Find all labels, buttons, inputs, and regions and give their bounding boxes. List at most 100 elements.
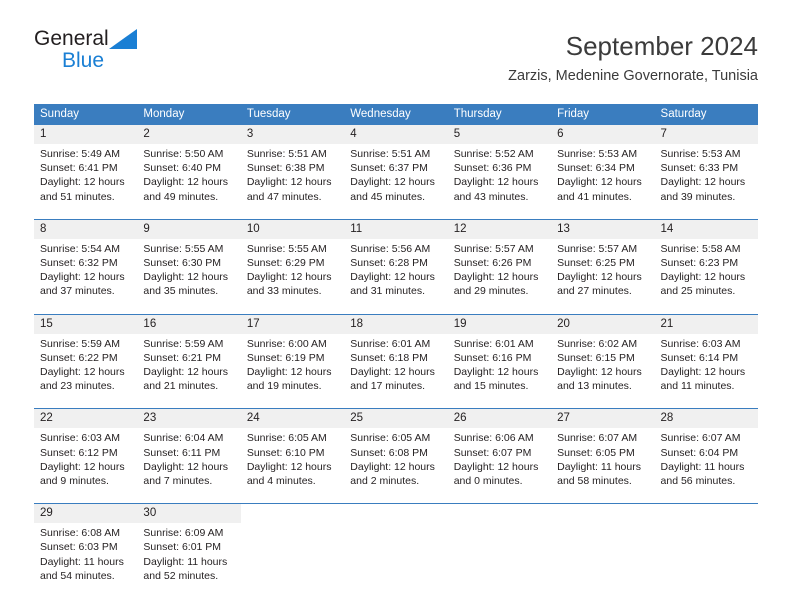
- daylight-text: Daylight: 12 hours: [453, 271, 539, 284]
- calendar-weeks: 1 Sunrise: 5:49 AM Sunset: 6:41 PM Daylight…: [34, 125, 758, 590]
- sunrise-text: Sunrise: 5:49 AM: [40, 148, 120, 160]
- day-number: [344, 504, 448, 524]
- calendar-day-cell[interactable]: 1 Sunrise: 5:49 AM Sunset: 6:41 PM Daylight…: [34, 125, 138, 210]
- calendar-week-row: 15 Sunrise: 5:59 AM Sunset: 6:22 PM Dayligh…: [34, 313, 758, 400]
- calendar-day-cell[interactable]: 30 Sunrise: 6:09 AM Sunset: 6:01 PM Dayligh…: [137, 504, 241, 590]
- daylight-text: Daylight: 12 hours: [143, 460, 229, 473]
- calendar-grid: Sunday Monday Tuesday Wednesday Thursday…: [34, 104, 758, 590]
- calendar-day-cell[interactable]: 7 Sunrise: 5:53 AM Sunset: 6:33 PM Daylight…: [654, 125, 758, 210]
- general-blue-logo[interactable]: General Blue: [34, 28, 244, 76]
- daylight-text: Daylight: 12 hours: [660, 176, 746, 189]
- daylight-text-cont: and 58 minutes.: [557, 475, 632, 488]
- daylight-text-cont: and 35 minutes.: [143, 285, 219, 298]
- sunset-text: Sunset: 6:03 PM: [40, 541, 118, 554]
- day-details: Sunrise: 6:01 AM Sunset: 6:16 PM Daylight:…: [448, 334, 551, 400]
- calendar-day-cell[interactable]: 20 Sunrise: 6:02 AM Sunset: 6:15 PM Dayligh…: [551, 314, 655, 400]
- day-number: 25: [344, 409, 448, 429]
- day-number: 14: [654, 219, 758, 239]
- calendar-day-cell[interactable]: 14 Sunrise: 5:58 AM Sunset: 6:23 PM Dayligh…: [654, 219, 758, 305]
- logo-text-blue: Blue: [62, 49, 105, 72]
- sunrise-text: Sunrise: 6:00 AM: [246, 337, 327, 350]
- calendar-day-cell[interactable]: 26 Sunrise: 6:06 AM Sunset: 6:07 PM Dayligh…: [447, 409, 552, 495]
- day-number: 30: [137, 504, 241, 524]
- calendar-day-cell[interactable]: 5 Sunrise: 5:52 AM Sunset: 6:36 PM Daylight…: [447, 125, 552, 210]
- day-details: Sunrise: 5:54 AM Sunset: 6:32 PM Daylight:…: [34, 239, 137, 305]
- day-details: Sunrise: 5:58 AM Sunset: 6:23 PM Daylight:…: [655, 239, 758, 305]
- day-number: 3: [240, 125, 345, 144]
- day-number: [240, 504, 345, 524]
- day-details: Sunrise: 5:49 AM Sunset: 6:41 PM Daylight:…: [34, 144, 137, 210]
- day-details: Sunrise: 6:03 AM Sunset: 6:14 PM Daylight:…: [655, 334, 758, 400]
- calendar-day-cell[interactable]: 9 Sunrise: 5:55 AM Sunset: 6:30 PM Daylight…: [137, 219, 241, 305]
- calendar-day-cell[interactable]: 24 Sunrise: 6:05 AM Sunset: 6:10 PM Dayligh…: [240, 409, 345, 495]
- calendar-day-cell[interactable]: 28 Sunrise: 6:07 AM Sunset: 6:04 PM Dayligh…: [654, 409, 758, 495]
- daylight-text-cont: and 25 minutes.: [660, 285, 736, 298]
- daylight-text-cont: and 52 minutes.: [143, 569, 219, 582]
- daylight-text: Daylight: 12 hours: [143, 176, 229, 189]
- daylight-text-cont: and 49 minutes.: [143, 190, 219, 203]
- day-details: Sunrise: 5:55 AM Sunset: 6:30 PM Daylight:…: [137, 239, 240, 305]
- calendar-day-cell[interactable]: 8 Sunrise: 5:54 AM Sunset: 6:32 PM Daylight…: [34, 219, 138, 305]
- weekday-header-saturday: Saturday: [660, 108, 707, 120]
- weekday-header-wednesday: Wednesday: [350, 108, 411, 120]
- calendar-day-cell[interactable]: 15 Sunrise: 5:59 AM Sunset: 6:22 PM Dayligh…: [34, 314, 138, 400]
- sunrise-text: Sunrise: 5:56 AM: [350, 242, 431, 255]
- calendar-day-cell[interactable]: 22 Sunrise: 6:03 AM Sunset: 6:12 PM Dayligh…: [34, 409, 138, 495]
- day-details: Sunrise: 6:00 AM Sunset: 6:19 PM Daylight:…: [241, 334, 344, 400]
- calendar-day-cell-empty: [344, 504, 448, 590]
- day-details: Sunrise: 6:03 AM Sunset: 6:12 PM Daylight:…: [34, 428, 137, 494]
- daylight-text-cont: and 7 minutes.: [143, 475, 213, 488]
- sunset-text: Sunset: 6:19 PM: [246, 351, 325, 364]
- weekday-header-sunday: Sunday: [40, 108, 80, 120]
- calendar-day-cell[interactable]: 13 Sunrise: 5:57 AM Sunset: 6:25 PM Dayligh…: [551, 219, 655, 305]
- daylight-text-cont: and 29 minutes.: [453, 285, 529, 298]
- sunset-text: Sunset: 6:04 PM: [660, 446, 739, 459]
- calendar-day-cell[interactable]: 11 Sunrise: 5:56 AM Sunset: 6:28 PM Dayligh…: [344, 219, 448, 305]
- calendar-day-cell[interactable]: 6 Sunrise: 5:53 AM Sunset: 6:34 PM Daylight…: [551, 125, 655, 210]
- calendar-day-cell[interactable]: 27 Sunrise: 6:07 AM Sunset: 6:05 PM Dayligh…: [551, 409, 655, 495]
- calendar-day-cell[interactable]: 23 Sunrise: 6:04 AM Sunset: 6:11 PM Dayligh…: [137, 409, 241, 495]
- sunrise-text: Sunrise: 6:04 AM: [143, 432, 224, 445]
- calendar-day-cell[interactable]: 16 Sunrise: 5:59 AM Sunset: 6:21 PM Dayligh…: [137, 314, 241, 400]
- calendar-day-cell[interactable]: 17 Sunrise: 6:00 AM Sunset: 6:19 PM Dayligh…: [240, 314, 345, 400]
- daylight-text-cont: and 21 minutes.: [143, 380, 219, 393]
- logo-triangle-icon: [108, 29, 137, 53]
- calendar-day-cell[interactable]: 19 Sunrise: 6:01 AM Sunset: 6:16 PM Dayligh…: [447, 314, 552, 400]
- day-details: Sunrise: 6:08 AM Sunset: 6:03 PM Daylight:…: [34, 523, 137, 589]
- day-number: 18: [344, 314, 448, 334]
- calendar-day-cell[interactable]: 21 Sunrise: 6:03 AM Sunset: 6:14 PM Dayligh…: [654, 314, 758, 400]
- day-details: Sunrise: 6:05 AM Sunset: 6:08 PM Daylight:…: [344, 428, 447, 494]
- calendar-day-cell-empty: [447, 504, 552, 590]
- day-details: Sunrise: 6:07 AM Sunset: 6:04 PM Daylight:…: [655, 428, 758, 494]
- calendar-day-cell[interactable]: 12 Sunrise: 5:57 AM Sunset: 6:26 PM Dayligh…: [447, 219, 552, 305]
- sunrise-text: Sunrise: 6:05 AM: [350, 432, 431, 445]
- sunrise-text: Sunrise: 5:59 AM: [143, 337, 224, 350]
- day-number: 24: [240, 409, 345, 429]
- day-number: 20: [551, 314, 655, 334]
- daylight-text: Daylight: 11 hours: [40, 555, 124, 568]
- sunrise-text: Sunrise: 6:05 AM: [246, 432, 327, 445]
- day-details: Sunrise: 5:53 AM Sunset: 6:34 PM Daylight:…: [551, 144, 654, 210]
- sunset-text: Sunset: 6:26 PM: [453, 257, 532, 270]
- calendar-day-cell[interactable]: 18 Sunrise: 6:01 AM Sunset: 6:18 PM Dayligh…: [344, 314, 448, 400]
- day-details: Sunrise: 5:55 AM Sunset: 6:29 PM Daylight:…: [241, 239, 344, 305]
- day-number: 5: [447, 125, 552, 144]
- calendar-day-cell[interactable]: 29 Sunrise: 6:08 AM Sunset: 6:03 PM Dayligh…: [34, 504, 138, 590]
- sunrise-text: Sunrise: 6:07 AM: [557, 432, 638, 445]
- day-number: 4: [344, 125, 448, 144]
- daylight-text: Daylight: 12 hours: [246, 460, 332, 473]
- daylight-text: Daylight: 11 hours: [660, 460, 745, 473]
- sunrise-text: Sunrise: 6:01 AM: [453, 337, 534, 350]
- calendar-day-cell[interactable]: 4 Sunrise: 5:51 AM Sunset: 6:37 PM Daylight…: [344, 125, 448, 210]
- daylight-text-cont: and 27 minutes.: [557, 285, 632, 298]
- day-details: Sunrise: 5:50 AM Sunset: 6:40 PM Daylight:…: [137, 144, 240, 210]
- calendar-day-cell[interactable]: 10 Sunrise: 5:55 AM Sunset: 6:29 PM Dayligh…: [240, 219, 345, 305]
- calendar-day-cell[interactable]: 25 Sunrise: 6:05 AM Sunset: 6:08 PM Dayligh…: [344, 409, 448, 495]
- daylight-text-cont: and 9 minutes.: [40, 475, 109, 488]
- day-details: [448, 523, 551, 581]
- calendar-day-cell[interactable]: 3 Sunrise: 5:51 AM Sunset: 6:38 PM Daylight…: [240, 125, 345, 210]
- day-details: Sunrise: 5:57 AM Sunset: 6:26 PM Daylight:…: [448, 239, 551, 305]
- page-title: September 2024: [565, 31, 758, 61]
- sunrise-text: Sunrise: 5:55 AM: [143, 242, 224, 255]
- calendar-day-cell[interactable]: 2 Sunrise: 5:50 AM Sunset: 6:40 PM Daylight…: [137, 125, 241, 210]
